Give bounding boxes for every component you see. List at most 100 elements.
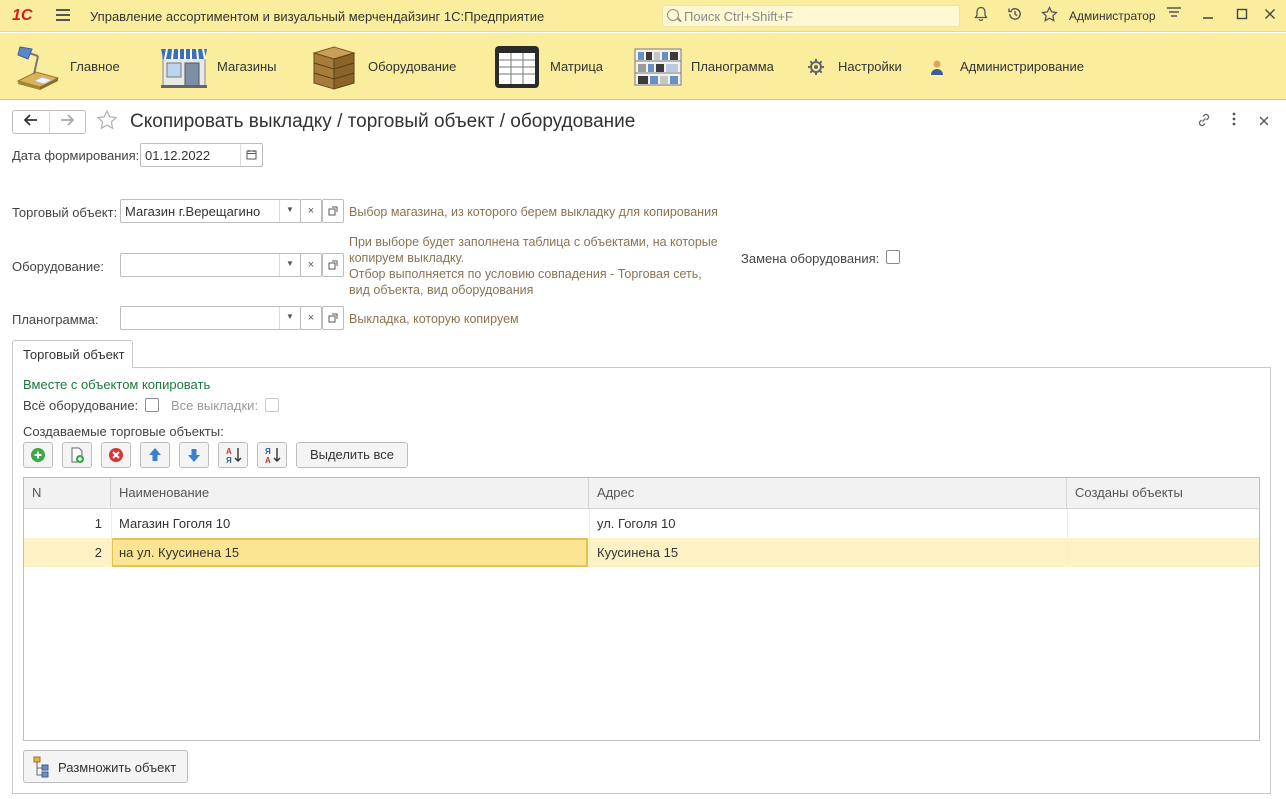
replace-equipment-checkbox[interactable]: [886, 250, 900, 264]
column-divider: [111, 509, 112, 567]
shop-hint: Выбор магазина, из которого берем выклад…: [349, 205, 718, 219]
shop-field[interactable]: Магазин г.Верещагино ▼: [120, 199, 301, 223]
menu-icon[interactable]: [56, 9, 70, 21]
clear-shop-button[interactable]: ×: [300, 199, 322, 223]
minimize-icon[interactable]: [1198, 6, 1218, 26]
clear-planogram-button[interactable]: ×: [300, 306, 322, 330]
title-bar: 1С Управление ассортиментом и визуальный…: [0, 0, 1286, 32]
open-planogram-button[interactable]: [322, 306, 344, 330]
equipment-hint-line1: При выборе будет заполнена таблица с объ…: [349, 235, 718, 249]
shop-label: Торговый объект:: [12, 205, 118, 220]
equipment-label: Оборудование:: [12, 259, 105, 274]
section-shops[interactable]: Магазины: [159, 33, 277, 100]
open-shop-button[interactable]: [322, 199, 344, 223]
open-equipment-button[interactable]: [322, 253, 344, 277]
cell-name-current[interactable]: на ул. Куусинена 15: [111, 538, 588, 567]
tab-label: Торговый объект: [23, 347, 125, 362]
cell-created[interactable]: [1067, 538, 1259, 567]
table-icon: [492, 43, 542, 91]
column-divider: [589, 509, 590, 567]
settings-lines-icon[interactable]: [1164, 6, 1184, 26]
copy-row-button[interactable]: [62, 442, 92, 468]
planogram-hint: Выкладка, которую копируем: [349, 312, 519, 326]
user-name[interactable]: Администратор: [1069, 9, 1156, 23]
svg-text:А: А: [265, 456, 271, 465]
dropdown-arrow-icon[interactable]: ▼: [279, 200, 300, 222]
maximize-icon[interactable]: [1232, 6, 1252, 26]
objects-table: N Наименование Адрес Созданы объекты 1 М…: [23, 477, 1260, 741]
forward-button[interactable]: [48, 111, 85, 133]
column-header-n[interactable]: N: [24, 478, 111, 509]
add-row-button[interactable]: [23, 442, 53, 468]
more-icon[interactable]: [1225, 112, 1243, 130]
section-matrix[interactable]: Матрица: [492, 33, 603, 100]
cell-n: 2: [94, 545, 102, 560]
section-label: Матрица: [550, 59, 604, 74]
boxes-icon: [310, 43, 360, 91]
equipment-hint-line3: Отбор выполняется по условию совпадения …: [349, 267, 702, 281]
nav-buttons: [12, 110, 86, 134]
clear-equipment-button[interactable]: ×: [300, 253, 322, 277]
multiply-object-button[interactable]: Размножить объект: [23, 750, 188, 783]
section-label: Администрирование: [960, 59, 1084, 74]
sort-asc-button[interactable]: АЯ: [218, 442, 248, 468]
search-input[interactable]: [684, 8, 954, 24]
table-row[interactable]: 1 Магазин Гоголя 10 ул. Гоголя 10: [24, 509, 1259, 538]
column-header-name[interactable]: Наименование: [111, 478, 589, 509]
tab-shop[interactable]: Торговый объект: [12, 340, 133, 368]
search-icon: [667, 9, 679, 21]
group-title: Вместе с объектом копировать: [23, 377, 211, 392]
shop-value: Магазин г.Верещагино: [125, 204, 261, 219]
planogram-field[interactable]: ▼: [120, 306, 301, 330]
date-field[interactable]: 01.12.2022: [140, 143, 263, 167]
svg-text:А: А: [226, 447, 232, 456]
back-button[interactable]: [13, 111, 49, 133]
section-administration[interactable]: Администрирование: [928, 33, 1084, 100]
section-main[interactable]: Главное: [12, 33, 120, 100]
hierarchy-icon: [33, 756, 49, 778]
section-settings[interactable]: Настройки: [806, 33, 902, 100]
all-equipment-checkbox[interactable]: [145, 398, 159, 412]
cell-name[interactable]: Магазин Гоголя 10: [111, 509, 589, 538]
history-icon[interactable]: [1005, 6, 1025, 26]
shop-icon: [159, 43, 209, 91]
search-box[interactable]: [662, 5, 960, 27]
favorite-star-icon[interactable]: [96, 109, 118, 136]
column-divider: [1067, 509, 1068, 567]
dropdown-arrow-icon[interactable]: ▼: [279, 254, 300, 276]
section-planogram[interactable]: Планограмма: [633, 33, 774, 100]
favorites-star-icon[interactable]: [1039, 5, 1059, 26]
equipment-hint-line4: вид объекта, вид оборудования: [349, 283, 534, 297]
close-form-icon[interactable]: [1255, 112, 1273, 130]
sort-desc-button[interactable]: ЯА: [257, 442, 287, 468]
move-up-button[interactable]: [140, 442, 170, 468]
column-header-address[interactable]: Адрес: [589, 478, 1067, 509]
close-window-icon[interactable]: [1260, 6, 1280, 26]
link-icon[interactable]: [1195, 112, 1213, 130]
bell-icon[interactable]: [971, 6, 991, 26]
move-down-button[interactable]: [179, 442, 209, 468]
logo-1c: 1С: [12, 7, 33, 24]
cell-created[interactable]: [1067, 509, 1259, 538]
svg-text:Я: Я: [226, 456, 232, 465]
all-layouts-checkbox[interactable]: [265, 398, 279, 412]
table-row-selected[interactable]: 2 на ул. Куусинена 15 Куусинена 15: [24, 538, 1259, 567]
cell-address[interactable]: Куусинена 15: [589, 538, 1067, 567]
date-label: Дата формирования:: [12, 148, 140, 163]
section-equipment[interactable]: Оборудование: [310, 33, 456, 100]
planogram-label: Планограмма:: [12, 312, 99, 327]
column-header-created[interactable]: Созданы объекты: [1067, 478, 1259, 509]
select-all-button[interactable]: Выделить все: [296, 442, 408, 468]
cell-address[interactable]: ул. Гоголя 10: [589, 509, 1067, 538]
calendar-icon[interactable]: [240, 144, 262, 166]
svg-text:Я: Я: [265, 447, 271, 456]
dropdown-arrow-icon[interactable]: ▼: [279, 307, 300, 329]
multiply-object-label: Размножить объект: [58, 760, 177, 775]
planogram-icon: [633, 43, 683, 91]
sections-panel: Главное Магазины Оборудование Матрица Пл…: [0, 33, 1286, 100]
delete-row-button[interactable]: [101, 442, 131, 468]
desk-lamp-icon: [12, 43, 62, 91]
section-label: Магазины: [217, 59, 277, 74]
section-label: Оборудование: [368, 59, 457, 74]
equipment-field[interactable]: ▼: [120, 253, 301, 277]
